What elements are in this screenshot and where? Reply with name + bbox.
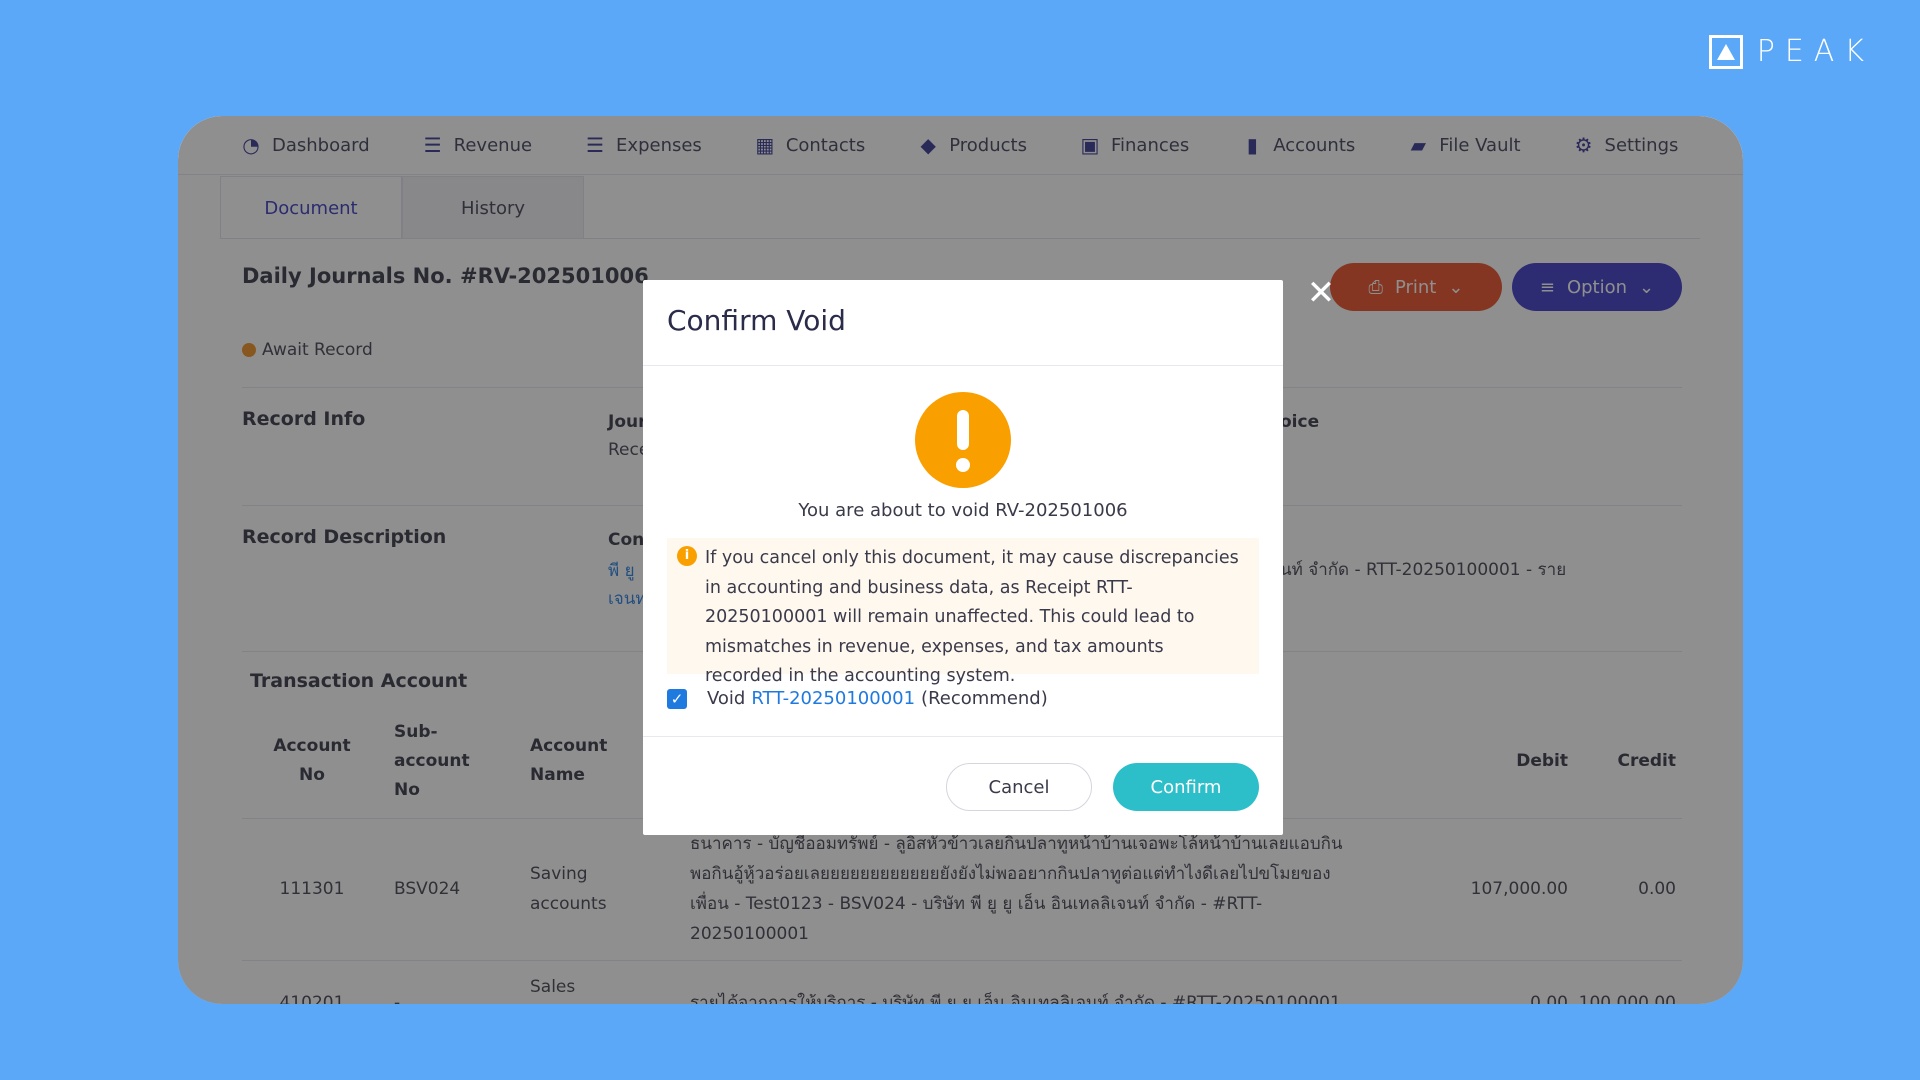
nav-label: Accounts bbox=[1273, 134, 1356, 156]
tab-document[interactable]: Document bbox=[220, 176, 402, 240]
chevron-down-icon: ⌄ bbox=[1639, 276, 1655, 298]
nav-label: Products bbox=[949, 134, 1027, 156]
peak-logo: PEAK bbox=[1708, 34, 1874, 69]
finances-icon: ▣ bbox=[1080, 133, 1100, 157]
confirm-button[interactable]: Confirm bbox=[1113, 763, 1259, 811]
contact-link[interactable]: พี ยู bbox=[608, 557, 635, 584]
revenue-icon: ☰ bbox=[423, 133, 442, 157]
header-account-name: Account Name bbox=[530, 736, 608, 785]
option-label: Option bbox=[1566, 276, 1628, 298]
record-description-title: Record Description bbox=[242, 526, 447, 548]
status-text: Await Record bbox=[262, 340, 373, 360]
warning-icon bbox=[915, 392, 1011, 488]
nav-finances[interactable]: ▣ Finances bbox=[1079, 133, 1190, 157]
checkbox-suffix: (Recommend) bbox=[921, 688, 1048, 709]
nav-expenses[interactable]: ☰ Expenses bbox=[584, 133, 702, 157]
header-account-no: Account No bbox=[273, 736, 351, 785]
divider bbox=[242, 960, 1682, 961]
printer-icon: ⎙ bbox=[1368, 276, 1383, 298]
products-icon: ◆ bbox=[920, 133, 936, 157]
nav-file-vault[interactable]: ▰ File Vault bbox=[1407, 133, 1521, 157]
nav-revenue[interactable]: ☰ Revenue bbox=[422, 133, 532, 157]
close-icon[interactable]: ✕ bbox=[1306, 276, 1336, 310]
tab-history[interactable]: History bbox=[402, 176, 584, 240]
header-debit: Debit bbox=[1516, 751, 1568, 771]
status-badge: Await Record bbox=[242, 340, 373, 360]
dialog-title: Confirm Void bbox=[667, 304, 846, 337]
contact-link[interactable]: เจนท bbox=[608, 585, 647, 612]
header-sub-account-no: Sub-account No bbox=[394, 722, 470, 800]
top-navigation: ◔ Dashboard ☰ Revenue ☰ Expenses ▦ Conta… bbox=[178, 116, 1743, 175]
accounts-icon: ▮ bbox=[1246, 133, 1258, 157]
nav-label: Dashboard bbox=[272, 134, 370, 156]
row-account-no: 410201 bbox=[279, 993, 345, 1004]
nav-products[interactable]: ◆ Products bbox=[917, 133, 1027, 157]
menu-icon: ≡ bbox=[1539, 276, 1555, 298]
peak-logo-mark-icon bbox=[1708, 34, 1743, 69]
peak-logo-text: PEAK bbox=[1756, 34, 1874, 69]
transaction-account-title: Transaction Account bbox=[250, 670, 468, 692]
nav-label: File Vault bbox=[1439, 134, 1521, 156]
row-account-name: Sales from bbox=[530, 977, 576, 997]
nav-label: Expenses bbox=[616, 134, 702, 156]
divider bbox=[643, 736, 1283, 737]
gear-icon: ⚙ bbox=[1574, 133, 1593, 157]
receipt-link[interactable]: RTT-20250100001 bbox=[751, 688, 915, 709]
nav-label: Settings bbox=[1604, 134, 1679, 156]
print-label: Print bbox=[1394, 276, 1437, 298]
document-title: Daily Journals No. #RV-202501006 bbox=[242, 264, 649, 288]
header-credit: Credit bbox=[1617, 751, 1676, 771]
row-account-name: Saving accounts bbox=[530, 864, 607, 914]
notice-box: i If you cancel only this document, it m… bbox=[667, 538, 1259, 686]
row-sub-account-no: - bbox=[394, 993, 401, 1004]
expenses-icon: ☰ bbox=[586, 133, 605, 157]
document-tabs: Document History bbox=[220, 176, 584, 240]
confirm-void-dialog: Confirm Void You are about to void RV-20… bbox=[643, 280, 1283, 835]
nav-label: Finances bbox=[1110, 134, 1190, 156]
row-sub-account-no: BSV024 bbox=[394, 879, 461, 899]
nav-label: Contacts bbox=[785, 134, 866, 156]
void-related-checkbox[interactable]: ✓ bbox=[667, 688, 687, 709]
print-button[interactable]: ⎙ Print ⌄ bbox=[1330, 263, 1502, 311]
folder-icon: ▰ bbox=[1410, 133, 1426, 157]
dashboard-icon: ◔ bbox=[242, 133, 260, 157]
void-related-option: ✓ Void RTT-20250100001 (Recommend) bbox=[667, 688, 1048, 709]
row-credit: 0.00 bbox=[1638, 879, 1676, 899]
warning-exclamation-dot bbox=[956, 458, 970, 472]
warning-exclamation-bar bbox=[957, 410, 969, 450]
nav-accounts[interactable]: ▮ Accounts bbox=[1241, 133, 1356, 157]
cancel-button[interactable]: Cancel bbox=[946, 763, 1092, 811]
description-text: นท์ จำกัด - RTT-20250100001 - ราย bbox=[1280, 560, 1567, 580]
chevron-down-icon: ⌄ bbox=[1448, 276, 1464, 298]
divider bbox=[643, 365, 1283, 366]
row-description: ธนาคาร - บัญชีออมทรัพย์ - ลูอิสหัวข้าวเล… bbox=[690, 834, 1343, 944]
nav-contacts[interactable]: ▦ Contacts bbox=[754, 133, 865, 157]
notice-text: If you cancel only this document, it may… bbox=[705, 548, 1239, 686]
row-debit: 107,000.00 bbox=[1470, 879, 1568, 899]
checkbox-prefix: Void bbox=[707, 688, 746, 709]
row-credit: 100,000.00 bbox=[1578, 993, 1676, 1004]
info-icon: i bbox=[677, 546, 697, 566]
status-dot-icon bbox=[242, 343, 256, 357]
void-message: You are about to void RV-202501006 bbox=[798, 500, 1128, 521]
invoice-label: oice bbox=[1280, 412, 1320, 432]
row-account-no: 111301 bbox=[279, 879, 345, 899]
nav-dashboard[interactable]: ◔ Dashboard bbox=[240, 133, 370, 157]
nav-label: Revenue bbox=[453, 134, 533, 156]
record-info-title: Record Info bbox=[242, 408, 366, 430]
row-description: รายได้จากการให้บริการ - บริษัท พี ยู ยู … bbox=[690, 993, 1341, 1004]
contacts-icon: ▦ bbox=[755, 133, 775, 157]
journal-label: Jour bbox=[608, 412, 647, 432]
nav-settings[interactable]: ⚙ Settings bbox=[1573, 133, 1679, 157]
option-button[interactable]: ≡ Option ⌄ bbox=[1512, 263, 1682, 311]
